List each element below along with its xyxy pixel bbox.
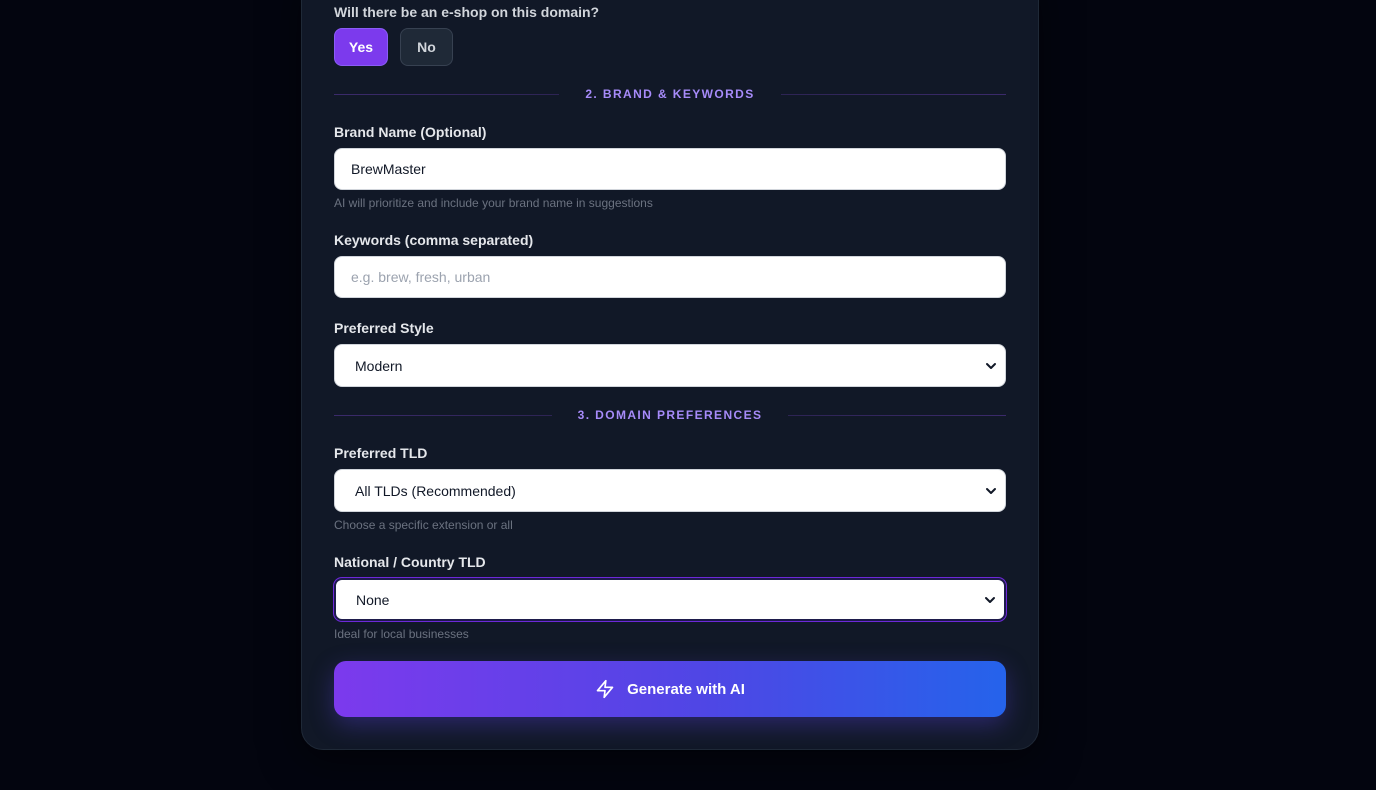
section-divider-right — [788, 414, 1007, 416]
lightning-bolt-icon — [596, 679, 614, 699]
keywords-label: Keywords (comma separated) — [334, 232, 534, 248]
preferred-style-select[interactable]: Modern — [334, 344, 1006, 387]
country-tld-hint: Ideal for local businesses — [334, 627, 469, 641]
preferred-tld-label: Preferred TLD — [334, 445, 428, 461]
preferred-tld-select[interactable]: All TLDs (Recommended) — [334, 469, 1006, 512]
keywords-input[interactable]: e.g. brew, fresh, urban — [334, 256, 1006, 298]
brand-name-label: Brand Name (Optional) — [334, 124, 487, 140]
chevron-down-icon — [986, 362, 996, 369]
preferred-style-label: Preferred Style — [334, 320, 434, 336]
section-header-domain-preferences: 3. DOMAIN PREFERENCES — [334, 405, 1007, 425]
brand-name-hint: AI will prioritize and include your bran… — [334, 196, 653, 210]
country-tld-select[interactable]: None — [334, 578, 1006, 621]
section-title: 2. BRAND & KEYWORDS — [585, 87, 755, 101]
section-divider-left — [334, 414, 552, 416]
generate-button-label: Generate with AI — [627, 680, 745, 698]
brand-name-input[interactable]: BrewMaster — [334, 148, 1006, 190]
country-tld-value: None — [356, 591, 390, 608]
preferred-style-value: Modern — [355, 357, 403, 374]
country-tld-label: National / Country TLD — [334, 554, 486, 570]
section-header-brand-keywords: 2. BRAND & KEYWORDS — [334, 84, 1006, 104]
section-title: 3. DOMAIN PREFERENCES — [577, 408, 763, 422]
generate-with-ai-button[interactable]: Generate with AI — [334, 661, 1006, 717]
eshop-no-button[interactable]: No — [400, 28, 453, 66]
eshop-question-label: Will there be an e-shop on this domain? — [334, 4, 600, 20]
eshop-yes-button[interactable]: Yes — [334, 28, 388, 66]
keywords-placeholder: e.g. brew, fresh, urban — [351, 269, 491, 285]
chevron-down-icon — [985, 596, 995, 603]
brand-name-value: BrewMaster — [351, 161, 426, 177]
preferred-tld-value: All TLDs (Recommended) — [355, 482, 516, 499]
chevron-down-icon — [986, 487, 996, 494]
section-divider-right — [780, 93, 1006, 95]
preferred-tld-hint: Choose a specific extension or all — [334, 518, 513, 532]
section-divider-left — [334, 93, 560, 95]
